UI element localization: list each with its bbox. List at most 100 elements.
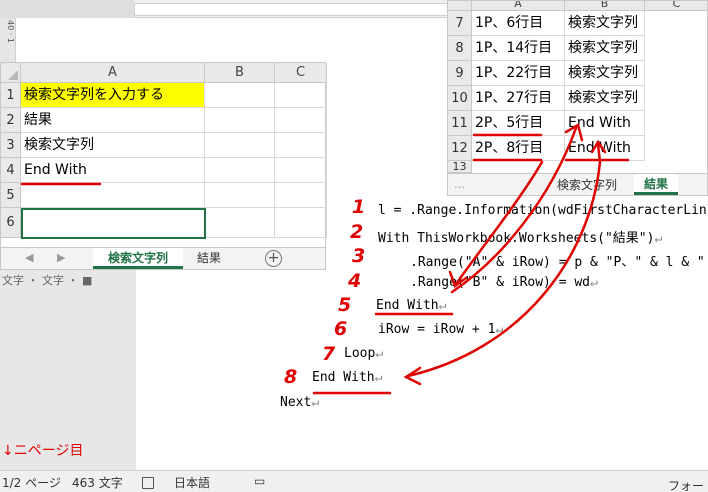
code-line-3-text: .Range("A" & iRow) = p & "P、" & l & " bbox=[410, 255, 705, 270]
cell-c6[interactable] bbox=[275, 208, 327, 238]
row-header-3[interactable]: 3 bbox=[1, 133, 21, 158]
column-header-a[interactable]: A bbox=[472, 1, 565, 11]
sheet-tab-result-2[interactable]: 結果 bbox=[634, 174, 678, 195]
macro-record-icon[interactable]: ▭ bbox=[254, 474, 265, 488]
tab-scroll-icon[interactable]: … bbox=[454, 178, 465, 191]
status-bar: 1/2 ページ 463 文字 日本語 ▭ フォー bbox=[0, 470, 708, 492]
cell-a1[interactable]: 検索文字列を入力する bbox=[21, 83, 205, 108]
paragraph-mark: ↵ bbox=[311, 395, 320, 410]
word-count[interactable]: 463 文字 bbox=[72, 474, 123, 491]
code-line-1-text: l = .Range.Information(wdFirstCharacterL… bbox=[378, 203, 707, 218]
row-header-6[interactable]: 6 bbox=[1, 208, 21, 238]
paragraph-mark: ↵ bbox=[438, 298, 447, 313]
cell-a5[interactable] bbox=[21, 183, 205, 208]
tab-scroll-right-icon[interactable]: ▶ bbox=[57, 251, 65, 264]
sheet-tab-search-2[interactable]: 検索文字列 bbox=[546, 175, 628, 195]
row-header-11[interactable]: 11 bbox=[448, 111, 472, 136]
code-line-3[interactable]: .Range("A" & iRow) = p & "P、" & l & " bbox=[410, 251, 705, 270]
sheet-tab-search[interactable]: 検索文字列 bbox=[93, 248, 183, 269]
row-header-8[interactable]: 8 bbox=[448, 36, 472, 61]
row-header-1[interactable]: 1 bbox=[1, 83, 21, 108]
row-header-5[interactable]: 5 bbox=[1, 183, 21, 208]
row-header-2[interactable]: 2 bbox=[1, 108, 21, 133]
cell-b12[interactable]: End With bbox=[565, 136, 645, 161]
cell-b6[interactable] bbox=[205, 208, 275, 238]
cell-c4[interactable] bbox=[275, 158, 327, 183]
sheet-tab-bar: ◀ ▶ 検索文字列 結果 + bbox=[1, 247, 325, 269]
cell-a3[interactable]: 検索文字列 bbox=[21, 133, 205, 158]
cell-a12[interactable]: 2P、8行目 bbox=[472, 136, 565, 161]
cell-c1[interactable] bbox=[275, 83, 327, 108]
vertical-ruler: 40 · 1 bbox=[0, 18, 16, 62]
excel-window-result: A B C 7 1P、6行目 検索文字列 8 1P、14行目 検索文字列 9 1… bbox=[447, 0, 708, 196]
cell-b3[interactable] bbox=[205, 133, 275, 158]
code-line-4-text: .Range("B" & iRow) = wd bbox=[410, 275, 591, 290]
cell-b10[interactable]: 検索文字列 bbox=[565, 86, 645, 111]
code-line-4[interactable]: .Range("B" & iRow) = wd↵ bbox=[410, 275, 598, 290]
cell-b11[interactable]: End With bbox=[565, 111, 645, 136]
nav-pane-label: 文字 ・ 文字 ・ ■ bbox=[2, 274, 93, 287]
language-indicator[interactable]: 日本語 bbox=[174, 474, 210, 491]
code-line-7[interactable]: Loop↵ bbox=[344, 346, 383, 361]
column-header-a[interactable]: A bbox=[21, 63, 205, 83]
code-line-2[interactable]: With ThisWorkbook.Worksheets("結果")↵ bbox=[378, 227, 662, 246]
cell-a2[interactable]: 結果 bbox=[21, 108, 205, 133]
code-line-8[interactable]: End With↵ bbox=[312, 370, 382, 385]
ruler-text-area[interactable] bbox=[134, 3, 449, 16]
annotation-number-5: 5 bbox=[338, 294, 352, 316]
column-header-b[interactable]: B bbox=[565, 1, 645, 11]
cell-b9[interactable]: 検索文字列 bbox=[565, 61, 645, 86]
paragraph-mark: ↵ bbox=[374, 370, 383, 385]
cell-b7[interactable]: 検索文字列 bbox=[565, 11, 645, 36]
annotation-number-1: 1 bbox=[352, 196, 366, 218]
select-all-button[interactable] bbox=[1, 63, 21, 83]
annotation-number-8: 8 bbox=[284, 366, 298, 388]
cell-c2[interactable] bbox=[275, 108, 327, 133]
cell-a8[interactable]: 1P、14行目 bbox=[472, 36, 565, 61]
cell-a11[interactable]: 2P、5行目 bbox=[472, 111, 565, 136]
row-header-4[interactable]: 4 bbox=[1, 158, 21, 183]
annotation-number-7: 7 bbox=[322, 343, 336, 365]
cell-b5[interactable] bbox=[205, 183, 275, 208]
column-header-c[interactable]: C bbox=[645, 1, 707, 11]
paragraph-mark: ↵ bbox=[375, 346, 384, 361]
tab-scroll-left-icon[interactable]: ◀ bbox=[25, 251, 33, 264]
annotation-number-3: 3 bbox=[352, 245, 366, 267]
code-line-5[interactable]: End With↵ bbox=[376, 298, 446, 313]
excel-window-search: A B C 1 2 3 4 5 6 検索文字列を入力する 結果 検索文字列 En… bbox=[0, 62, 327, 270]
cell-b8[interactable]: 検索文字列 bbox=[565, 36, 645, 61]
cell-b1[interactable] bbox=[205, 83, 275, 108]
cell-a10[interactable]: 1P、27行目 bbox=[472, 86, 565, 111]
row-header-9[interactable]: 9 bbox=[448, 61, 472, 86]
code-line-9-text: Next bbox=[280, 395, 312, 410]
row-header-12[interactable]: 12 bbox=[448, 136, 472, 161]
select-all-corner[interactable] bbox=[448, 1, 472, 11]
code-line-6[interactable]: iRow = iRow + 1↵ bbox=[378, 322, 503, 337]
paragraph-mark: ↵ bbox=[495, 322, 504, 337]
cell-b4[interactable] bbox=[205, 158, 275, 183]
annotation-number-6: 6 bbox=[334, 318, 348, 340]
cell-a7[interactable]: 1P、6行目 bbox=[472, 11, 565, 36]
cell-a9[interactable]: 1P、22行目 bbox=[472, 61, 565, 86]
code-line-5-text: End With bbox=[376, 298, 439, 313]
cell-c5[interactable] bbox=[275, 183, 327, 208]
code-line-7-text: Loop bbox=[344, 346, 376, 361]
row-header-7[interactable]: 7 bbox=[448, 11, 472, 36]
code-line-2-text: With ThisWorkbook.Worksheets("結果") bbox=[378, 231, 655, 246]
cell-c3[interactable] bbox=[275, 133, 327, 158]
sheet-tab-bar-2: … 検索文字列 結果 bbox=[448, 173, 707, 195]
row-header-13[interactable]: 13 bbox=[448, 161, 472, 173]
code-line-9[interactable]: Next↵ bbox=[280, 395, 319, 410]
code-line-1[interactable]: l = .Range.Information(wdFirstCharacterL… bbox=[378, 203, 707, 218]
focus-mode-label: フォー bbox=[668, 479, 705, 492]
paragraph-mark: ↵ bbox=[654, 231, 663, 246]
cell-a4[interactable]: End With bbox=[21, 158, 205, 183]
add-sheet-icon[interactable]: + bbox=[265, 250, 282, 267]
row-header-10[interactable]: 10 bbox=[448, 86, 472, 111]
page-count[interactable]: 1/2 ページ bbox=[2, 474, 61, 491]
column-header-c[interactable]: C bbox=[275, 63, 327, 83]
column-header-b[interactable]: B bbox=[205, 63, 275, 83]
code-line-8-text: End With bbox=[312, 370, 375, 385]
sheet-tab-result[interactable]: 結果 bbox=[187, 248, 231, 269]
cell-b2[interactable] bbox=[205, 108, 275, 133]
